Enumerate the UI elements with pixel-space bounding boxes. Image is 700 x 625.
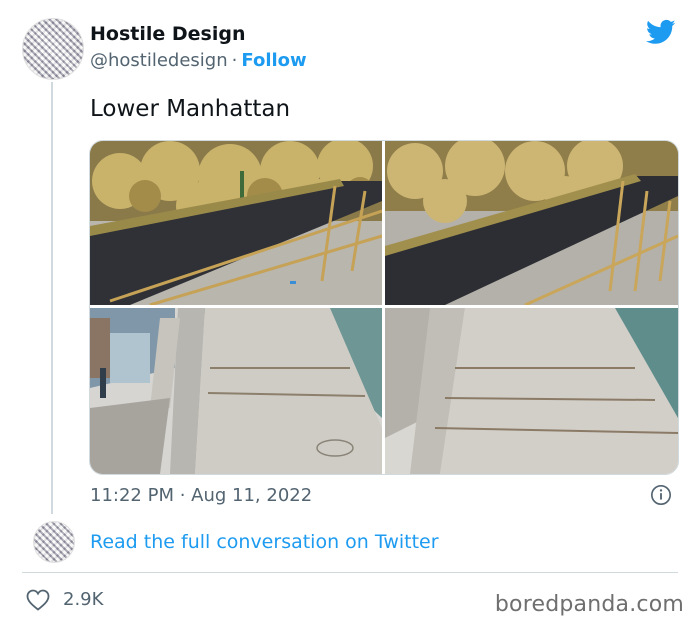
tweet-timestamp[interactable]: 11:22 PM · Aug 11, 2022 [90, 485, 312, 506]
tweet-card: Hostile Design @hostiledesign · Follow Low… [0, 0, 700, 625]
info-icon[interactable] [650, 484, 672, 506]
heart-icon[interactable] [26, 589, 50, 611]
like-count: 2.9K [63, 589, 104, 610]
media-grid [89, 140, 679, 475]
author-handle[interactable]: @hostiledesign [90, 50, 228, 71]
separator: · [231, 50, 238, 71]
tweet-photo-ledge-street[interactable] [90, 308, 382, 474]
tweet-text: Lower Manhattan [90, 96, 291, 122]
tweet-photo-ledge-closeup[interactable] [385, 308, 678, 474]
author-avatar[interactable] [22, 18, 84, 80]
thread-line [51, 82, 53, 514]
tweet-photo-planter-1[interactable] [90, 141, 382, 305]
tweet-photo-planter-2[interactable] [385, 141, 678, 305]
reply-avatar[interactable] [33, 521, 75, 563]
author-name[interactable]: Hostile Design [90, 23, 245, 45]
boredpanda-watermark: boredpanda.com [494, 592, 684, 617]
author-handle-row: @hostiledesign · Follow [90, 50, 307, 71]
divider [22, 572, 678, 573]
follow-button[interactable]: Follow [241, 50, 306, 71]
read-conversation-link[interactable]: Read the full conversation on Twitter [90, 531, 439, 553]
twitter-bird-icon[interactable] [644, 17, 678, 47]
